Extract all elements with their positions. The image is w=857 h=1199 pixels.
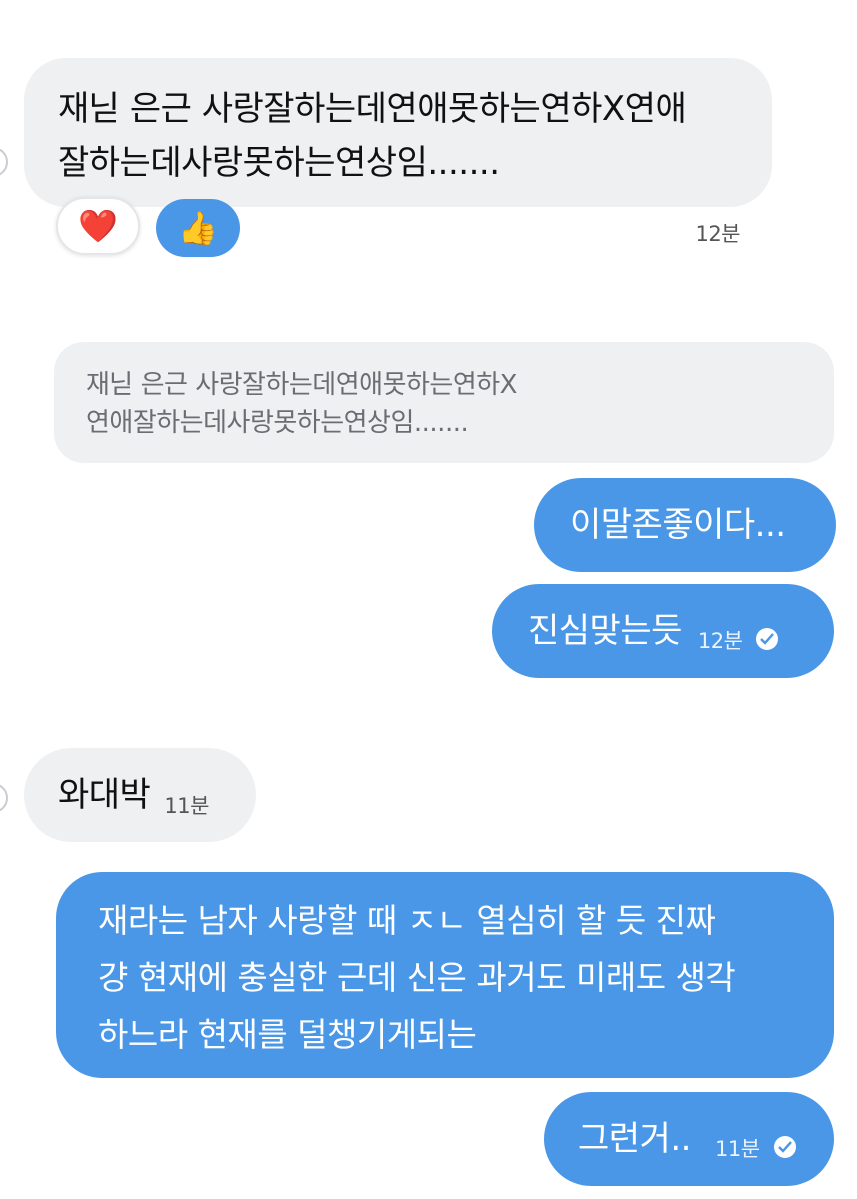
message-time: 12분	[697, 629, 743, 653]
reaction-heart[interactable]: ❤️	[56, 197, 140, 255]
sender-avatar[interactable]	[0, 783, 8, 813]
message-text: 그런거..	[578, 1119, 691, 1159]
message-time: 11분	[714, 1137, 760, 1161]
message-text: 재닏 은근 사랑잘하는데연애못하는연하X연애 잘하는데사랑못하는연상임.....…	[58, 89, 687, 183]
message-text: 이말존좋이다...	[570, 505, 786, 545]
outgoing-message-bubble[interactable]: 이말존좋이다...	[534, 478, 836, 572]
outgoing-message-bubble[interactable]: 진심맞는듯 12분	[492, 584, 834, 678]
incoming-message-bubble[interactable]: 와대박 11분	[24, 748, 256, 842]
outgoing-message-bubble[interactable]: 그런거.. 11분	[544, 1092, 834, 1186]
incoming-message-bubble[interactable]: 재닏 은근 사랑잘하는데연애못하는연하X연애 잘하는데사랑못하는연상임.....…	[24, 58, 772, 246]
heart-icon: ❤️	[78, 207, 118, 245]
chat-thread: 재닏 은근 사랑잘하는데연애못하는연하X연애 잘하는데사랑못하는연상임.....…	[0, 0, 857, 1199]
message-text: 와대박	[58, 775, 151, 815]
thumbs-up-icon: 👍	[178, 209, 218, 247]
read-receipt-icon	[756, 628, 779, 650]
quoted-message-bubble[interactable]: 재닏 은근 사랑잘하는데연애못하는연하X 연애잘하는데사랑못하는연상임.....…	[54, 342, 834, 463]
read-receipt-icon	[773, 1136, 796, 1158]
quoted-message-text: 재닏 은근 사랑잘하는데연애못하는연하X 연애잘하는데사랑못하는연상임.....…	[86, 370, 517, 438]
message-time: 12분	[695, 222, 740, 246]
message-text: 재라는 남자 사랑할 때 ㅈㄴ 열심히 할 듯 진짜 걍 현재에 충실한 근데 …	[98, 901, 736, 1054]
reaction-thumbs-up[interactable]: 👍	[156, 199, 240, 257]
message-text: 진심맞는듯	[528, 611, 682, 651]
sender-avatar[interactable]	[0, 147, 8, 177]
message-time: 11분	[164, 794, 209, 818]
outgoing-message-bubble[interactable]: 재라는 남자 사랑할 때 ㅈㄴ 열심히 할 듯 진짜 걍 현재에 충실한 근데 …	[56, 872, 834, 1078]
